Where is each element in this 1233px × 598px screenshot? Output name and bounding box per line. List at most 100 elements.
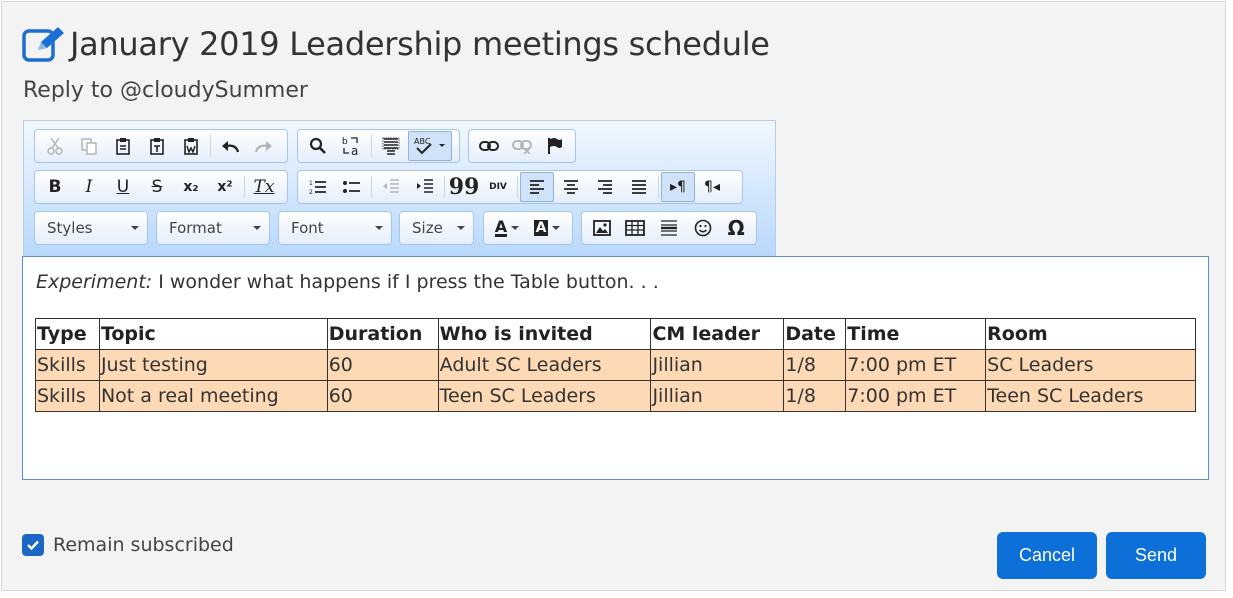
experiment-text: I wonder what happens if I press the Tab…: [152, 271, 659, 293]
remain-subscribed-option[interactable]: Remain subscribed: [22, 534, 234, 556]
special-character-button[interactable]: Ω: [719, 213, 753, 243]
toolbar-separator: [371, 135, 372, 157]
indent-icon[interactable]: [408, 172, 442, 202]
chevron-down-icon: [131, 226, 139, 230]
underline-button[interactable]: U: [106, 172, 140, 202]
anchor-icon[interactable]: [539, 131, 572, 161]
format-dropdown[interactable]: Format: [156, 211, 270, 245]
outdent-icon[interactable]: [374, 172, 408, 202]
italic-button[interactable]: I: [72, 172, 106, 202]
toolbar-separator: [517, 176, 518, 198]
format-label: Format: [169, 219, 222, 237]
table-cell[interactable]: Just testing: [98, 349, 328, 381]
text-color-button[interactable]: A: [487, 213, 527, 243]
cut-icon[interactable]: [38, 131, 72, 161]
find-icon[interactable]: [301, 131, 335, 161]
column-header-cm-leader: CM leader: [650, 318, 785, 350]
table-icon[interactable]: [619, 213, 653, 243]
align-justify-icon[interactable]: [622, 172, 656, 202]
editor-content-area[interactable]: Experiment: I wonder what happens if I p…: [22, 256, 1209, 480]
table-cell[interactable]: Teen SC Leaders: [437, 380, 652, 412]
strikethrough-button[interactable]: S: [140, 172, 174, 202]
background-color-button[interactable]: A: [527, 213, 567, 243]
blockquote-button[interactable]: 99: [447, 172, 481, 202]
paste-text-icon[interactable]: [140, 131, 174, 161]
bold-button[interactable]: B: [38, 172, 72, 202]
chevron-down-icon: [457, 226, 465, 230]
text-direction-rtl-button[interactable]: ¶◂: [695, 172, 729, 202]
table-cell[interactable]: Jillian: [650, 380, 785, 412]
spellcheck-icon[interactable]: ABC: [408, 131, 452, 161]
align-left-icon[interactable]: [520, 172, 554, 202]
column-header-topic: Topic: [98, 318, 328, 350]
background-color-icon: A: [533, 220, 549, 236]
edit-icon: [22, 22, 70, 66]
toolbar-separator: [371, 176, 372, 198]
dialog-header: January 2019 Leadership meetings schedul…: [22, 22, 770, 66]
experiment-label: Experiment:: [36, 271, 153, 293]
undo-icon[interactable]: [213, 131, 247, 161]
size-dropdown[interactable]: Size: [399, 211, 474, 245]
reply-dialog: January 2019 Leadership meetings schedul…: [1, 1, 1226, 591]
table-cell[interactable]: Jillian: [650, 349, 785, 381]
svg-text:b: b: [342, 137, 348, 147]
toolbar-separator: [658, 176, 659, 198]
numbered-list-icon[interactable]: 12: [301, 172, 335, 202]
column-header-who-is-invited: Who is invited: [437, 318, 652, 350]
colors-group: A A: [483, 211, 573, 245]
experiment-paragraph: Experiment: I wonder what happens if I p…: [36, 271, 659, 293]
replace-icon[interactable]: ba: [335, 131, 369, 161]
paste-icon[interactable]: [106, 131, 140, 161]
superscript-button[interactable]: x²: [208, 172, 242, 202]
font-dropdown[interactable]: Font: [278, 211, 392, 245]
styles-dropdown[interactable]: Styles: [34, 211, 148, 245]
table-header-row: Type Topic Duration Who is invited CM le…: [35, 318, 1196, 350]
checkmark-icon: [27, 540, 39, 551]
svg-text:ABC: ABC: [414, 137, 431, 146]
redo-icon[interactable]: [247, 131, 281, 161]
table-cell[interactable]: 1/8: [783, 349, 847, 381]
toolbar-separator: [244, 176, 245, 198]
table-cell[interactable]: Not a real meeting: [98, 380, 328, 412]
find-group: ba ABC: [297, 129, 460, 163]
table-cell[interactable]: Skills: [35, 349, 100, 381]
chevron-down-icon: [511, 226, 520, 230]
table-row: Skills Not a real meeting 60 Teen SC Lea…: [35, 380, 1196, 412]
table-cell[interactable]: Adult SC Leaders: [437, 349, 652, 381]
send-button[interactable]: Send: [1106, 532, 1206, 579]
table-cell[interactable]: 60: [326, 380, 439, 412]
unlink-icon[interactable]: [505, 131, 538, 161]
table-cell[interactable]: Skills: [35, 380, 100, 412]
remain-subscribed-checkbox[interactable]: [22, 534, 44, 556]
image-icon[interactable]: [585, 213, 619, 243]
bulleted-list-icon[interactable]: [335, 172, 369, 202]
meetings-table[interactable]: Type Topic Duration Who is invited CM le…: [35, 318, 1196, 412]
table-cell[interactable]: 7:00 pm ET: [845, 349, 987, 381]
table-cell[interactable]: 7:00 pm ET: [845, 380, 987, 412]
table-cell[interactable]: SC Leaders: [985, 349, 1196, 381]
select-all-icon[interactable]: [374, 131, 408, 161]
remove-format-button[interactable]: Tx: [247, 172, 281, 202]
text-direction-ltr-button[interactable]: ▸¶: [661, 172, 695, 202]
align-right-icon[interactable]: [588, 172, 622, 202]
link-group: [468, 129, 576, 163]
table-cell[interactable]: 1/8: [783, 380, 847, 412]
paste-word-icon[interactable]: [174, 131, 208, 161]
create-div-button[interactable]: DIV: [481, 172, 515, 202]
table-cell[interactable]: 60: [326, 349, 439, 381]
cancel-button[interactable]: Cancel: [997, 532, 1097, 579]
column-header-time: Time: [845, 318, 987, 350]
column-header-type: Type: [35, 318, 100, 350]
svg-text:a: a: [351, 144, 358, 157]
toolbar-separator: [444, 176, 445, 198]
table-cell[interactable]: Teen SC Leaders: [985, 380, 1196, 412]
horizontal-line-icon[interactable]: [652, 213, 686, 243]
editor-toolbar: ba ABC B I U S x₂ x² Tx 1 2 99 DIV ▸¶ ¶◂…: [23, 120, 776, 257]
align-center-icon[interactable]: [554, 172, 588, 202]
clipboard-group: [34, 129, 288, 163]
toolbar-separator: [210, 135, 211, 157]
copy-icon[interactable]: [72, 131, 106, 161]
smiley-icon[interactable]: [686, 213, 720, 243]
link-icon[interactable]: [472, 131, 505, 161]
subscript-button[interactable]: x₂: [174, 172, 208, 202]
